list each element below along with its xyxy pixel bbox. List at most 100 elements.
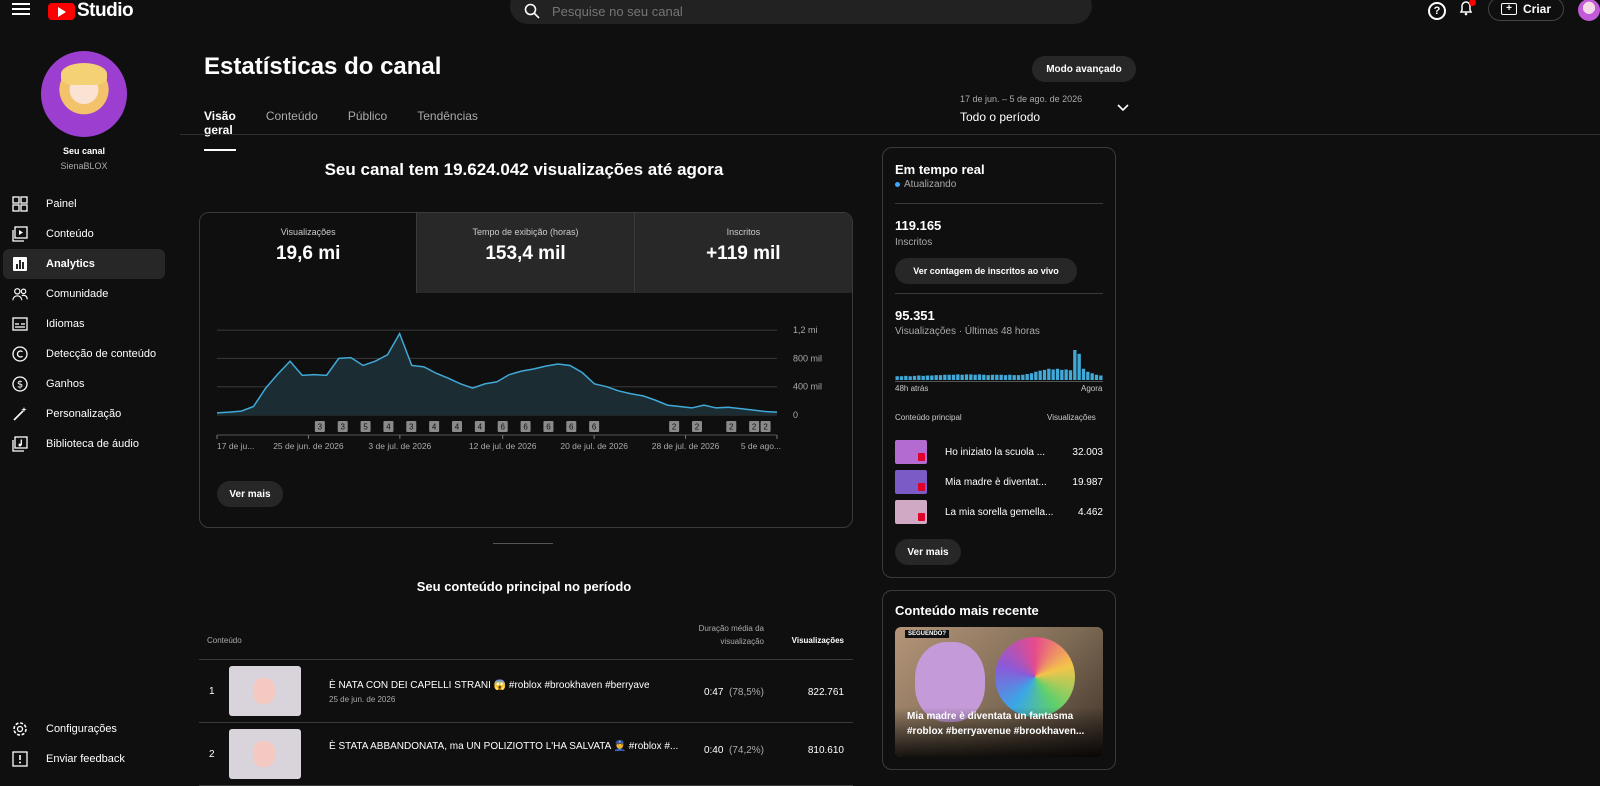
sidebar-item-biblioteca[interactable]: Biblioteca de áudio <box>3 429 165 459</box>
sidebar-item-feedback[interactable]: Enviar feedback <box>3 744 165 774</box>
help-icon[interactable]: ? <box>1428 1 1446 20</box>
realtime-bar <box>956 374 960 380</box>
tab-content[interactable]: Conteúdo <box>266 109 318 151</box>
metric-value: 153,4 mil <box>485 243 566 264</box>
chart-see-more-button[interactable]: Ver mais <box>217 481 283 507</box>
sidebar-item-comunidade[interactable]: Comunidade <box>3 279 165 309</box>
realtime-bar <box>1060 369 1064 380</box>
avg-duration: 0:47 (78,5%) <box>689 687 764 698</box>
account-avatar[interactable] <box>1578 0 1600 21</box>
metric-views[interactable]: Visualizações 19,6 mi <box>200 213 418 293</box>
magic-wand-icon <box>12 406 28 422</box>
video-thumbnail[interactable] <box>229 729 301 779</box>
sidebar-item-label: Configurações <box>46 723 117 735</box>
channel-avatar[interactable] <box>41 51 127 137</box>
subscriber-label: Inscritos <box>895 237 933 248</box>
notifications-icon[interactable] <box>1458 0 1476 21</box>
sidebar-bottom: Configurações Enviar feedback <box>3 714 165 774</box>
realtime-bar <box>1042 369 1047 380</box>
realtime-bar <box>986 375 990 380</box>
views-headline: Seu canal tem 19.624.042 visualizações a… <box>324 160 724 179</box>
sidebar-item-ganhos[interactable]: $ Ganhos <box>3 369 165 399</box>
sidebar-item-analytics[interactable]: Analytics <box>3 249 165 279</box>
period-selector[interactable]: 17 de jun. – 5 de ago. de 2026 Todo o pe… <box>960 94 1140 124</box>
svg-text:$: $ <box>17 380 23 391</box>
sidebar-item-painel[interactable]: Painel <box>3 189 165 219</box>
search-icon <box>524 3 540 19</box>
duration-value: 0:40 <box>703 745 724 756</box>
row-index: 1 <box>209 686 215 697</box>
y-tick-label: 800 mil <box>793 353 822 363</box>
realtime-bar <box>908 376 912 380</box>
realtime-bar <box>1086 371 1090 380</box>
realtime-bar <box>1051 369 1055 380</box>
page-title: Estatísticas do canal <box>204 53 442 80</box>
realtime-bar <box>904 375 908 380</box>
realtime-status-text: Atualizando <box>904 179 957 190</box>
realtime-bar <box>943 374 947 380</box>
metric-watch-time[interactable]: Tempo de exibição (horas) 153,4 mil <box>417 213 635 293</box>
realtime-bar <box>1012 375 1016 380</box>
col-duration[interactable]: Duração média da visualização <box>679 622 764 648</box>
table-row[interactable]: 1 È NATA CON DEI CAPELLI STRANI 😱 #roblo… <box>199 660 853 723</box>
sidebar-item-configuracoes[interactable]: Configurações <box>3 714 165 744</box>
axis-right-label: Agora <box>1081 384 1103 393</box>
realtime-bar <box>947 374 951 380</box>
dashboard-icon <box>12 196 28 212</box>
realtime-item-views: 32.003 <box>1072 447 1103 458</box>
tab-audience[interactable]: Público <box>348 109 387 151</box>
col-views[interactable]: Visualizações <box>784 636 844 645</box>
recent-video-thumbnail[interactable]: SEGUENDO? Mia madre è diventata un fanta… <box>895 627 1103 757</box>
top-content-title: Seu conteúdo principal no período <box>416 579 632 594</box>
sidebar-item-deteccao[interactable]: Detecção de conteúdo <box>3 339 165 369</box>
realtime-item[interactable]: Ho iniziato la scuola ... 32.003 <box>895 440 1103 466</box>
video-title[interactable]: È NATA CON DEI CAPELLI STRANI 😱 #roblox … <box>329 680 650 691</box>
menu-icon[interactable] <box>12 0 30 16</box>
sidebar-item-label: Biblioteca de áudio <box>46 438 139 450</box>
video-views: 810.610 <box>807 745 844 756</box>
top-content-table: Conteúdo Duração média da visualização V… <box>199 618 853 786</box>
publish-marker-label: 6 <box>500 423 505 432</box>
sidebar-item-idiomas[interactable]: Idiomas <box>3 309 165 339</box>
create-button[interactable]: + Criar <box>1488 0 1565 21</box>
metric-value: 19,6 mi <box>275 243 341 264</box>
video-thumbnail <box>895 500 927 524</box>
chevron-down-icon[interactable] <box>1117 104 1129 112</box>
tabs-divider <box>180 134 1600 135</box>
studio-logo[interactable]: Studio <box>48 0 134 22</box>
duration-value: 0:47 <box>703 687 724 698</box>
chart-card: Visualizações 19,6 mi Tempo de exibição … <box>199 212 853 528</box>
metric-subscribers[interactable]: Inscritos +119 mil <box>634 213 852 293</box>
publish-marker-label: 5 <box>363 423 368 432</box>
realtime-bar <box>1003 375 1008 380</box>
realtime-bar <box>951 374 956 380</box>
realtime-bar <box>912 375 917 380</box>
realtime-item[interactable]: La mia sorella gemella... 4.462 <box>895 500 1103 526</box>
publish-marker-label: 2 <box>672 423 677 432</box>
gear-icon <box>12 721 28 737</box>
advanced-mode-button[interactable]: Modo avançado <box>1032 56 1136 82</box>
search-bar[interactable] <box>510 0 1092 24</box>
section-separator <box>493 543 553 544</box>
video-thumbnail[interactable] <box>229 666 301 716</box>
video-title[interactable]: È STATA ABBANDONATA, ma UN POLIZIOTTO L'… <box>329 741 678 752</box>
tab-trends[interactable]: Tendências <box>417 109 478 151</box>
period-label: Todo o período <box>960 110 1041 124</box>
sidebar-item-conteudo[interactable]: Conteúdo <box>3 219 165 249</box>
publish-marker-label: 6 <box>546 423 551 432</box>
realtime-bar <box>1047 368 1051 380</box>
tab-overview[interactable]: Visão geral <box>204 109 236 151</box>
table-row[interactable]: 2 È STATA ABBANDONATA, ma UN POLIZIOTTO … <box>199 723 853 786</box>
realtime-bar <box>1038 370 1042 380</box>
realtime-bar <box>982 374 986 380</box>
live-subscriber-count-button[interactable]: Ver contagem de inscritos ao vivo <box>895 258 1077 284</box>
publish-marker-label: 4 <box>478 423 483 432</box>
video-date: 25 de jun. de 2026 <box>329 695 396 704</box>
realtime-item-title: Mia madre è diventat... <box>945 477 1047 488</box>
realtime-see-more-button[interactable]: Ver mais <box>895 539 961 565</box>
realtime-bar <box>1099 375 1103 380</box>
search-input[interactable] <box>552 3 1032 19</box>
realtime-item[interactable]: Mia madre è diventat... 19.987 <box>895 470 1103 496</box>
sidebar-item-personalizacao[interactable]: Personalização <box>3 399 165 429</box>
realtime-bar <box>938 375 943 380</box>
